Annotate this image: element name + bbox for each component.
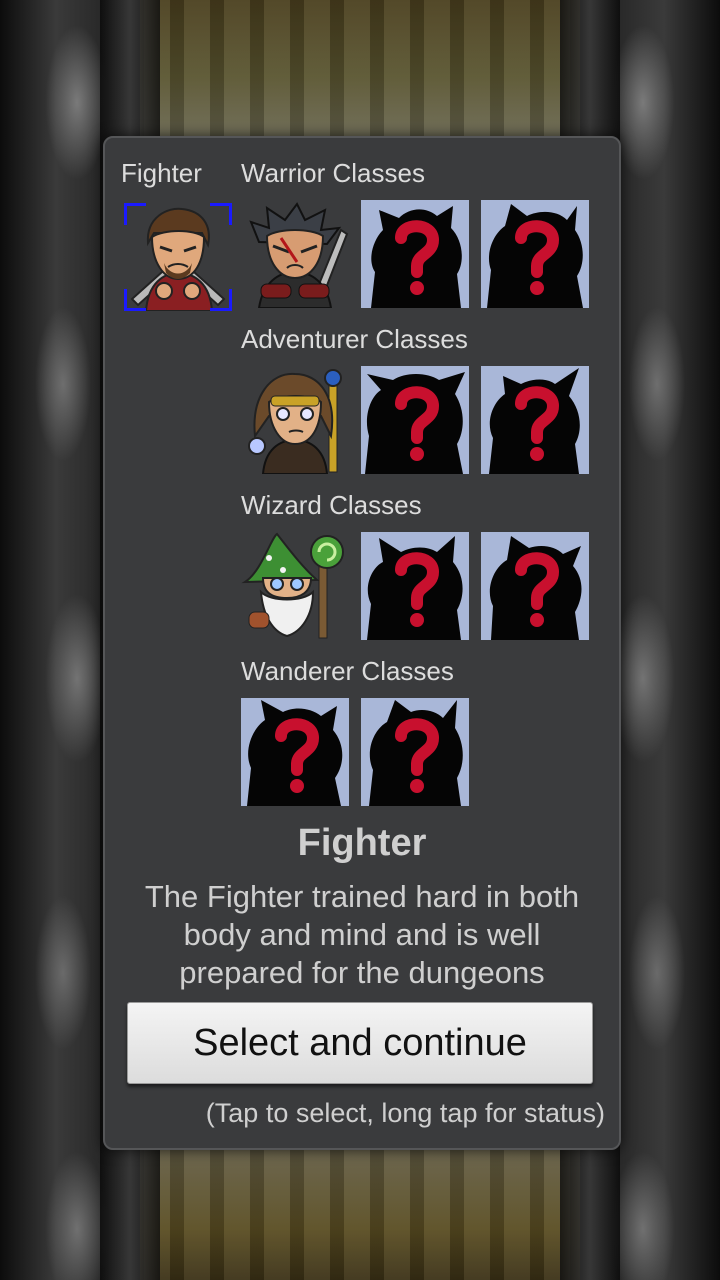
question-mark-silhouette-icon	[365, 372, 465, 474]
selected-class-title: Fighter	[297, 822, 427, 864]
tap-hint: (Tap to select, long tap for status)	[205, 1098, 605, 1128]
question-mark-silhouette-icon	[489, 368, 580, 474]
fighter-class-icon[interactable]	[121, 200, 232, 311]
locked-class-icon[interactable]	[481, 532, 589, 640]
category-label-warrior: Warrior Classes	[241, 158, 425, 188]
category-label-wizard: Wizard Classes	[241, 490, 422, 520]
question-mark-silhouette-icon	[369, 700, 463, 806]
warrior-class-icon[interactable]	[241, 200, 349, 308]
question-mark-silhouette-icon	[487, 204, 583, 308]
locked-class-icon[interactable]	[361, 698, 469, 806]
locked-class-icon[interactable]	[361, 532, 469, 640]
category-label-adventurer: Adventurer Classes	[241, 324, 468, 354]
selected-class-header: Fighter	[121, 158, 202, 188]
locked-class-icon[interactable]	[241, 698, 349, 806]
warrior-icon	[249, 202, 349, 308]
class-select-dialog: Fighter Warrior Classes Adventurer Class…	[103, 136, 621, 1150]
adventurer-icon	[248, 369, 342, 474]
adventurer-class-icon[interactable]	[241, 366, 349, 474]
category-label-wanderer: Wanderer Classes	[241, 656, 454, 686]
selected-class-description: The Fighter trained hard in both body an…	[144, 879, 580, 990]
locked-class-icon[interactable]	[361, 366, 469, 474]
question-mark-silhouette-icon	[371, 206, 462, 308]
locked-class-icon[interactable]	[481, 200, 589, 308]
question-mark-silhouette-icon	[367, 536, 463, 640]
locked-class-icon[interactable]	[481, 366, 589, 474]
fighter-icon	[130, 207, 226, 311]
wizard-class-icon[interactable]	[241, 532, 349, 640]
select-and-continue-button[interactable]: Select and continue	[127, 1002, 593, 1084]
question-mark-silhouette-icon	[489, 536, 582, 640]
locked-class-icon[interactable]	[361, 200, 469, 308]
wizard-icon	[241, 532, 344, 639]
question-mark-silhouette-icon	[247, 700, 343, 806]
